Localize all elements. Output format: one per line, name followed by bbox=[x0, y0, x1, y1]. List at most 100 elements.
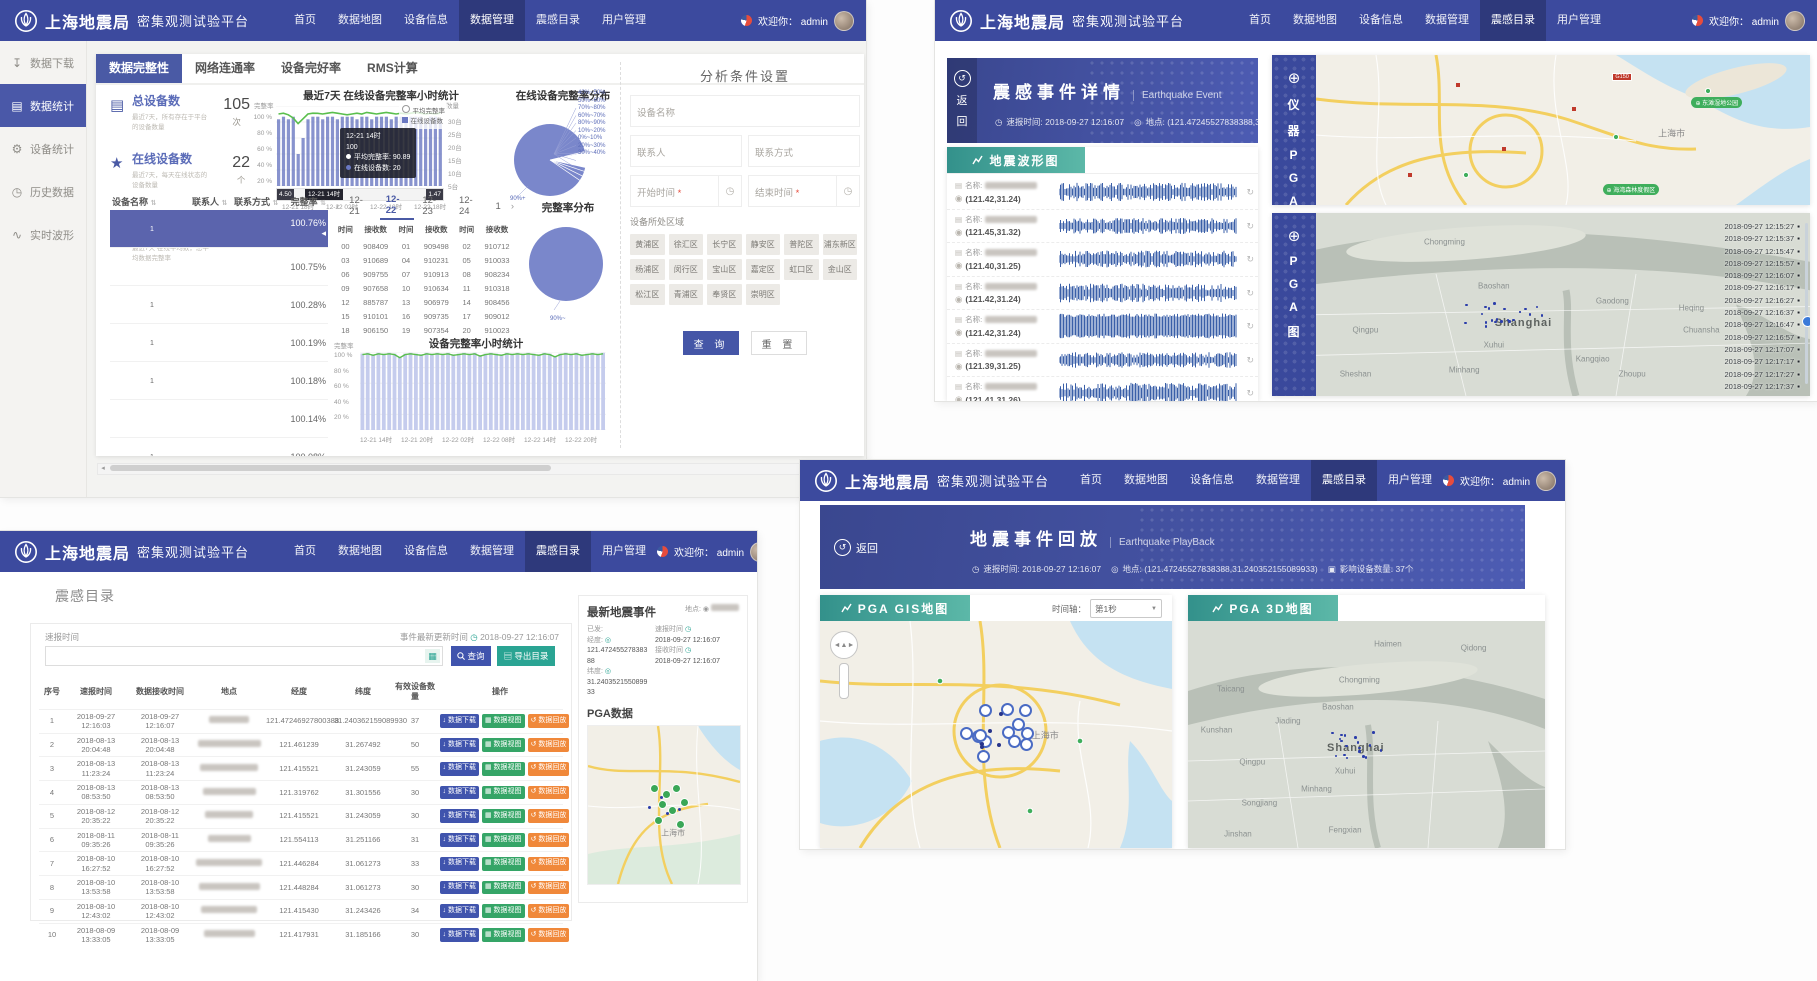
device-col-0[interactable]: 设备名称 ⇅ bbox=[110, 195, 192, 208]
waveform-row[interactable]: ▤名称: ◉(121.41,31.26) ↻ bbox=[947, 377, 1258, 401]
waveform-row[interactable]: ▤名称: ◉(121.42,31.24) ↻ bbox=[947, 310, 1258, 344]
playback-data-button[interactable]: ↺ 数据回放 bbox=[528, 904, 570, 918]
instrument-pga-map[interactable]: G150 ⊕ 东滩湿地公园 ⊕ 海湾森林度假区 上海市 bbox=[1316, 55, 1810, 205]
chart-legend[interactable]: 平均完整率在线设备数 bbox=[399, 104, 449, 129]
catalog-row[interactable]: 12018-09-2712:16:032018-09-2712:16:07 12… bbox=[39, 709, 563, 733]
catalog-row[interactable]: 72018-08-1016:27:522018-08-1016:27:52 12… bbox=[39, 852, 563, 876]
district-11[interactable]: 金山区 bbox=[823, 259, 858, 280]
device-row[interactable]: 1 100.08% bbox=[110, 438, 328, 456]
district-7[interactable]: 闵行区 bbox=[669, 259, 704, 280]
end-time-field[interactable]: 结束时间 *◷ bbox=[748, 175, 860, 207]
nav-item-5[interactable]: 用户管理 bbox=[591, 0, 657, 41]
district-15[interactable]: 崇明区 bbox=[746, 284, 781, 305]
nav-item-5[interactable]: 用户管理 bbox=[1377, 460, 1443, 501]
contact-field[interactable]: 联系人 bbox=[630, 135, 742, 167]
timestamp-item[interactable]: 2018-09-27 12:15:37▪ bbox=[1682, 233, 1800, 245]
nav-item-2[interactable]: 设备信息 bbox=[393, 531, 459, 572]
refresh-icon[interactable]: ↻ bbox=[1246, 288, 1254, 299]
device-col-1[interactable]: 联系人 ⇅ bbox=[192, 195, 234, 208]
back-button[interactable]: ↺返回 bbox=[834, 539, 878, 556]
query-button[interactable]: 查 询 bbox=[683, 331, 739, 355]
sidebar-item-2[interactable]: ⚙设备统计 bbox=[0, 127, 86, 170]
nav-item-4[interactable]: 震感目录 bbox=[525, 531, 591, 572]
date-prev-icon[interactable]: ‹ bbox=[334, 201, 341, 212]
download-data-button[interactable]: ↓ 数据下载 bbox=[440, 881, 479, 895]
device-row[interactable]: 1 100.76% ◂ bbox=[110, 210, 328, 248]
nav-item-0[interactable]: 首页 bbox=[1069, 460, 1113, 501]
start-time-field[interactable]: 开始时间 *◷ bbox=[630, 175, 742, 207]
view-data-button[interactable]: ▦ 数据视图 bbox=[482, 762, 525, 776]
map-zoom-control[interactable]: ◄▲► bbox=[830, 631, 858, 699]
view-data-button[interactable]: ▦ 数据视图 bbox=[482, 904, 525, 918]
nav-item-2[interactable]: 设备信息 bbox=[1179, 460, 1245, 501]
report-time-input[interactable]: ▦ bbox=[45, 646, 443, 666]
user-avatar[interactable] bbox=[834, 11, 854, 31]
date-tab-4[interactable]: 1 bbox=[490, 199, 507, 214]
timestamp-item[interactable]: 2018-09-27 12:15:47▪ bbox=[1682, 246, 1800, 258]
locale-icon[interactable] bbox=[1443, 475, 1454, 486]
device-col-3[interactable]: 完整率 ⇅ bbox=[286, 195, 326, 208]
tab-3[interactable]: RMS计算 bbox=[354, 54, 431, 83]
timestamp-item[interactable]: 2018-09-27 12:16:57▪ bbox=[1682, 332, 1800, 344]
locale-icon[interactable] bbox=[741, 15, 752, 26]
user-avatar[interactable] bbox=[750, 542, 757, 562]
catalog-row[interactable]: 22018-08-1320:04:482018-08-1320:04:48 12… bbox=[39, 733, 563, 757]
download-data-button[interactable]: ↓ 数据下载 bbox=[440, 904, 479, 918]
timeline-select[interactable]: 时间轴：第1秒▼ bbox=[1052, 599, 1162, 618]
tab-0[interactable]: 数据完整性 bbox=[96, 54, 182, 83]
user-avatar[interactable] bbox=[1536, 471, 1556, 491]
refresh-icon[interactable]: ↻ bbox=[1246, 388, 1254, 399]
tab-2[interactable]: 设备完好率 bbox=[268, 54, 354, 83]
view-data-button[interactable]: ▦ 数据视图 bbox=[482, 857, 525, 871]
catalog-row[interactable]: 102018-08-0913:33:052018-08-0913:33:05 1… bbox=[39, 923, 563, 946]
device-row[interactable]: 1 100.19% bbox=[110, 324, 328, 362]
pga-map[interactable]: ChongmingBaoshanGaodongHeqingChuanshaSha… bbox=[1316, 213, 1810, 396]
download-data-button[interactable]: ↓ 数据下载 bbox=[440, 928, 479, 942]
view-data-button[interactable]: ▦ 数据视图 bbox=[482, 786, 525, 800]
reset-button[interactable]: 重 置 bbox=[751, 331, 807, 355]
nav-item-1[interactable]: 数据地图 bbox=[1282, 0, 1348, 41]
device-row[interactable]: 100.14% bbox=[110, 400, 328, 438]
view-data-button[interactable]: ▦ 数据视图 bbox=[482, 928, 525, 942]
timestamp-item[interactable]: 2018-09-27 12:17:17▪ bbox=[1682, 356, 1800, 368]
catalog-row[interactable]: 62018-08-1109:35:262018-08-1109:35:26 12… bbox=[39, 828, 563, 852]
catalog-row[interactable]: 52018-08-1220:35:222018-08-1220:35:22 12… bbox=[39, 804, 563, 828]
nav-item-4[interactable]: 震感目录 bbox=[1480, 0, 1546, 41]
district-12[interactable]: 松江区 bbox=[630, 284, 665, 305]
tab-1[interactable]: 网络连通率 bbox=[182, 54, 268, 83]
waveform-row[interactable]: ▤名称: ◉(121.45,31.32) ↻ bbox=[947, 210, 1258, 244]
clock-icon[interactable]: ◷ bbox=[836, 176, 859, 206]
sidebar-item-4[interactable]: ∿实时波形 bbox=[0, 213, 86, 256]
playback-data-button[interactable]: ↺ 数据回放 bbox=[528, 809, 570, 823]
locale-icon[interactable] bbox=[657, 546, 668, 557]
clock-icon[interactable]: ◷ bbox=[718, 176, 741, 206]
playback-data-button[interactable]: ↺ 数据回放 bbox=[528, 714, 570, 728]
contact-way-field[interactable]: 联系方式 bbox=[748, 135, 860, 167]
sidebar-item-1[interactable]: ▤数据统计 bbox=[0, 84, 86, 127]
nav-item-1[interactable]: 数据地图 bbox=[327, 531, 393, 572]
timestamp-item[interactable]: 2018-09-27 12:17:37▪ bbox=[1682, 381, 1800, 393]
date-tab-1[interactable]: 12-22 bbox=[380, 192, 415, 220]
device-row[interactable]: 1 100.28% bbox=[110, 286, 328, 324]
download-data-button[interactable]: ↓ 数据下载 bbox=[440, 786, 479, 800]
district-6[interactable]: 杨浦区 bbox=[630, 259, 665, 280]
timestamp-item[interactable]: 2018-09-27 12:16:27▪ bbox=[1682, 295, 1800, 307]
pga-data-map[interactable]: 上海市 bbox=[587, 725, 741, 885]
district-4[interactable]: 普陀区 bbox=[784, 234, 819, 255]
playback-data-button[interactable]: ↺ 数据回放 bbox=[528, 928, 570, 942]
view-data-button[interactable]: ▦ 数据视图 bbox=[482, 809, 525, 823]
nav-item-2[interactable]: 设备信息 bbox=[393, 0, 459, 41]
timestamp-item[interactable]: 2018-09-27 12:16:07▪ bbox=[1682, 270, 1800, 282]
waveform-row[interactable]: ▤名称: ◉(121.40,31.25) ↻ bbox=[947, 243, 1258, 277]
nav-item-3[interactable]: 数据管理 bbox=[1245, 460, 1311, 501]
device-row[interactable]: 100.75% bbox=[110, 248, 328, 286]
catalog-row[interactable]: 42018-08-1308:53:502018-08-1308:53:50 12… bbox=[39, 781, 563, 805]
refresh-icon[interactable]: ↻ bbox=[1246, 221, 1254, 232]
download-data-button[interactable]: ↓ 数据下载 bbox=[440, 833, 479, 847]
date-tab-0[interactable]: 12-21 bbox=[343, 193, 378, 219]
download-data-button[interactable]: ↓ 数据下载 bbox=[440, 762, 479, 776]
user-avatar[interactable] bbox=[1785, 11, 1805, 31]
playback-data-button[interactable]: ↺ 数据回放 bbox=[528, 833, 570, 847]
timestamp-item[interactable]: 2018-09-27 12:16:47▪ bbox=[1682, 319, 1800, 331]
refresh-icon[interactable]: ↻ bbox=[1246, 187, 1254, 198]
